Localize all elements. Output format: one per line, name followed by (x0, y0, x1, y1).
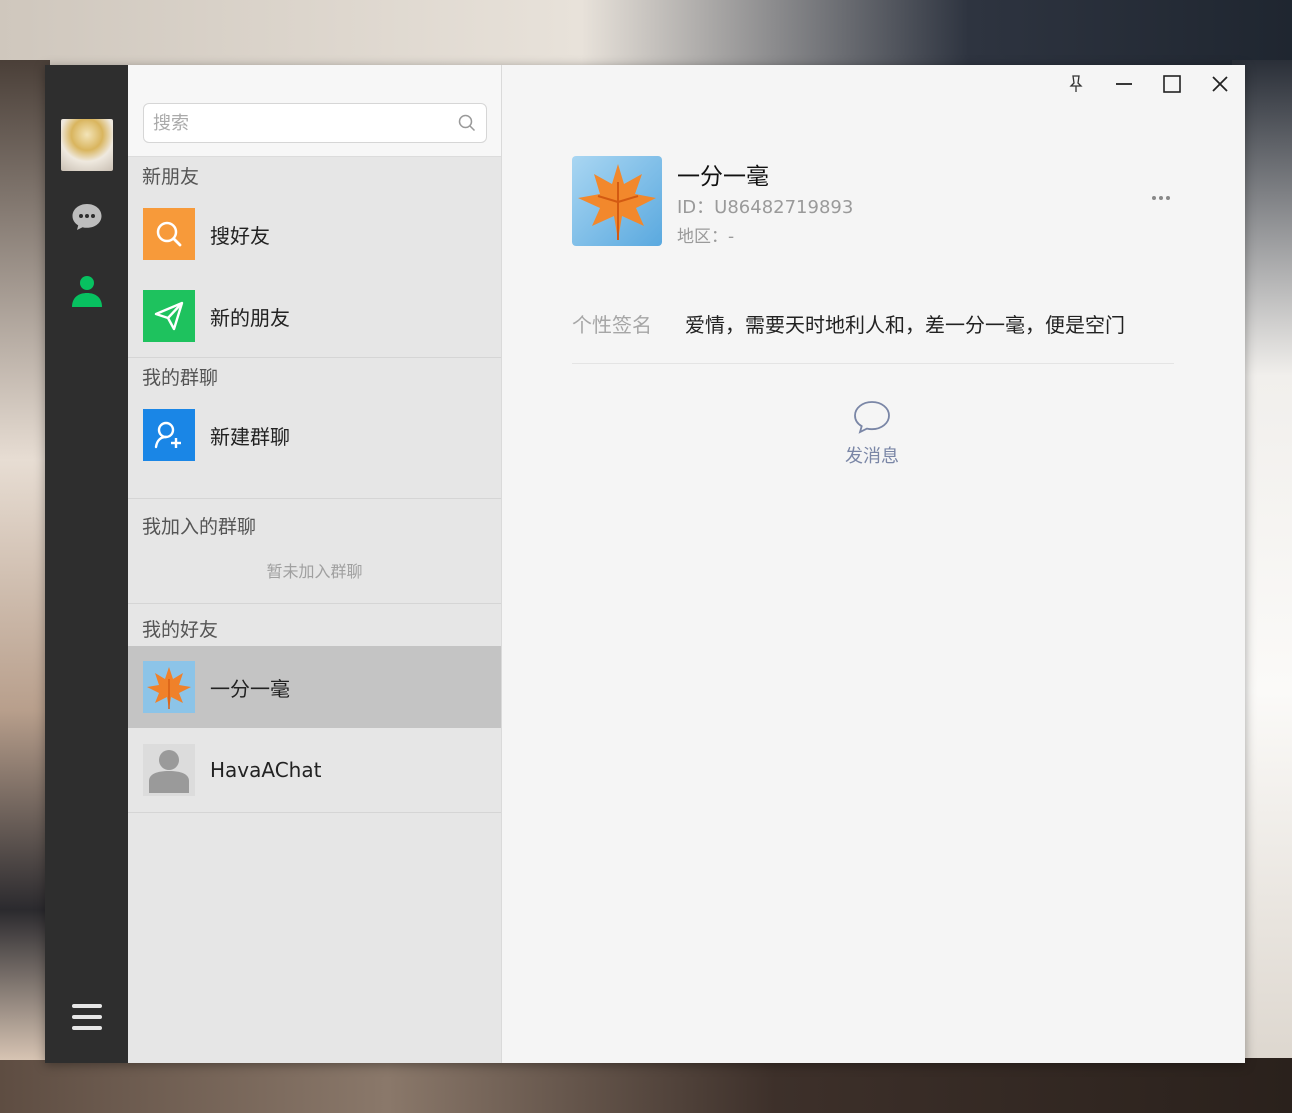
search-input[interactable] (144, 104, 434, 142)
add-group-icon (143, 409, 195, 461)
send-icon (143, 290, 195, 342)
send-message-label: 发消息 (845, 446, 899, 467)
list-item-search-friends[interactable]: 搜好友 (128, 193, 501, 275)
maximize-icon (1163, 75, 1181, 93)
minimize-icon (1116, 83, 1132, 85)
chat-icon[interactable] (71, 202, 103, 232)
profile-avatar[interactable] (572, 156, 662, 246)
section-title: 我的群聊 (142, 367, 219, 389)
my-avatar[interactable] (61, 119, 113, 171)
section-title: 我的好友 (142, 619, 219, 641)
minimize-button[interactable] (1108, 73, 1140, 95)
list-item-new-friends[interactable]: 新的朋友 (128, 275, 501, 357)
pin-button[interactable] (1060, 73, 1092, 95)
wallpaper-left (0, 60, 50, 1060)
message-bubble-icon (854, 401, 890, 434)
section-title: 我加入的群聊 (142, 516, 257, 538)
wallpaper-bottom (0, 1058, 1292, 1113)
item-label: 搜好友 (210, 223, 270, 248)
list-item-create-group[interactable]: 新建群聊 (128, 394, 501, 498)
contacts-panel: 新朋友 搜好友 新的朋友 (128, 65, 502, 1063)
item-label: 新的朋友 (210, 305, 290, 330)
app-window: 新朋友 搜好友 新的朋友 (45, 65, 1245, 1063)
menu-icon[interactable] (70, 1002, 104, 1032)
maximize-button[interactable] (1156, 73, 1188, 95)
item-label: 新建群聊 (210, 424, 290, 449)
search-bar (128, 65, 501, 157)
wallpaper-top (0, 0, 1292, 70)
pin-icon (1069, 75, 1083, 92)
divider (572, 363, 1174, 364)
friend-item-yifenyihao[interactable]: 一分一毫 (128, 646, 501, 728)
section-new-friends: 新朋友 搜好友 新的朋友 (128, 157, 501, 358)
search-icon[interactable] (458, 114, 476, 132)
item-label: HavaAChat (210, 758, 322, 782)
empty-groups-note: 暂未加入群聊 (266, 562, 363, 581)
maple-leaf-avatar (143, 661, 195, 713)
search-box (143, 103, 487, 143)
profile-name: 一分一毫 (677, 164, 769, 190)
signature-text: 爱情，需要天时地利人和，差一分一毫，便是空门 (685, 313, 1125, 337)
more-options-icon[interactable] (1150, 187, 1172, 209)
item-label: 一分一毫 (210, 676, 290, 701)
profile-id: ID：U86482719893 (677, 197, 854, 218)
friend-item-havaachat[interactable]: HavaAChat (128, 728, 501, 812)
send-message-button[interactable]: 发消息 (840, 400, 904, 470)
signature-label: 个性签名 (572, 313, 652, 337)
section-my-friends: 我的好友 一分一毫 HavaAChat (128, 610, 501, 813)
default-avatar-icon (143, 744, 195, 796)
close-icon (1212, 76, 1228, 92)
profile-region: 地区：- (677, 227, 735, 247)
search-friends-icon (143, 208, 195, 260)
section-title: 新朋友 (142, 166, 200, 188)
section-my-groups: 我的群聊 新建群聊 (128, 358, 501, 499)
profile-panel: 一分一毫 ID：U86482719893 地区：- 个性签名 爱情，需要天时地利… (502, 65, 1245, 1063)
contacts-icon[interactable] (70, 274, 104, 308)
nav-rail (45, 65, 128, 1063)
close-button[interactable] (1204, 73, 1236, 95)
section-joined-groups: 我加入的群聊 暂未加入群聊 (128, 507, 501, 604)
